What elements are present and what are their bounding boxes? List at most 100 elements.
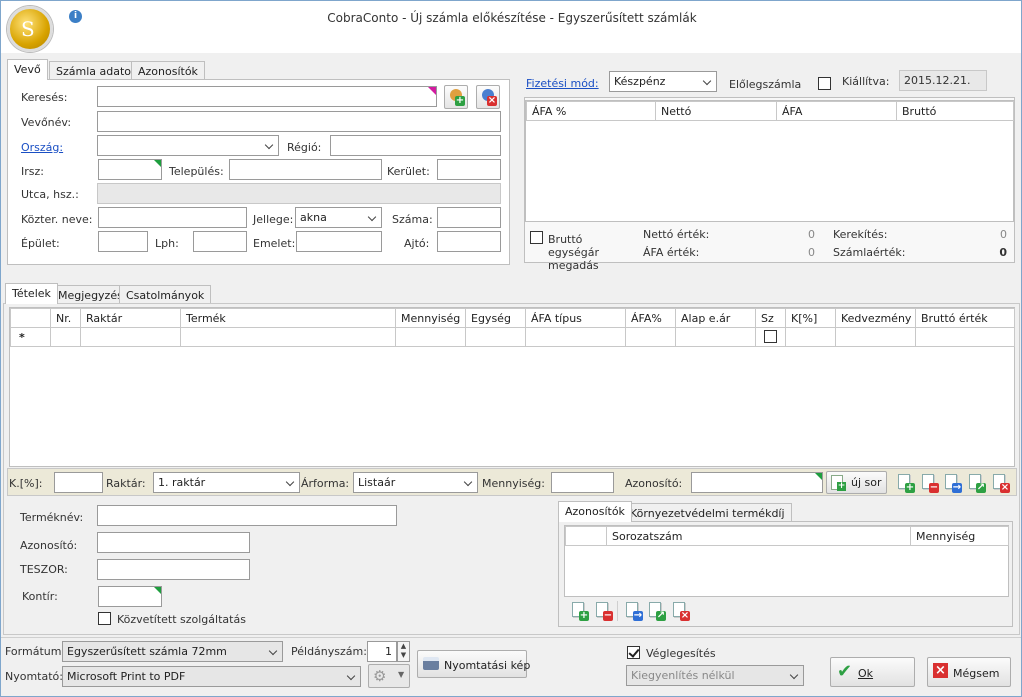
public-place-input[interactable] xyxy=(98,207,247,228)
tab-csatolmanyok[interactable]: Csatolmányok xyxy=(119,285,212,305)
warehouse-select[interactable]: 1. raktár xyxy=(153,472,300,493)
table-cell[interactable] xyxy=(625,327,676,347)
country-select[interactable] xyxy=(97,135,279,156)
add-serial-button[interactable]: + xyxy=(567,599,591,623)
zip-input[interactable] xyxy=(98,159,162,180)
table-cell[interactable] xyxy=(525,327,626,347)
plus-icon: + xyxy=(579,610,589,621)
items-col-header[interactable]: Sz xyxy=(755,308,786,328)
vat-col-header: Nettó xyxy=(655,101,777,121)
search-input[interactable] xyxy=(97,86,437,107)
region-input[interactable] xyxy=(330,135,501,156)
delete-item-button[interactable]: × xyxy=(988,471,1012,495)
print-preview-button[interactable]: Nyomtatási kép xyxy=(417,650,530,678)
close-icon: × xyxy=(680,610,690,621)
window-title: CobraConto - Új számla előkészítése - Eg… xyxy=(327,11,697,25)
new-row-button[interactable]: + új sor xyxy=(826,471,887,494)
gross-unit-label: Bruttó egységár megadás xyxy=(548,233,600,272)
table-cell[interactable] xyxy=(80,327,181,347)
tab-id-azonositok[interactable]: Azonosítók xyxy=(558,501,632,522)
items-col-header[interactable]: Egység xyxy=(465,308,526,328)
payment-method-select[interactable]: Készpénz xyxy=(609,71,717,92)
tab-tetelek[interactable]: Tételek xyxy=(5,283,58,304)
building-input[interactable] xyxy=(98,231,148,252)
account-input[interactable] xyxy=(98,586,162,607)
discount-input[interactable] xyxy=(54,472,103,493)
ok-label: Ok xyxy=(858,667,874,680)
items-col-header[interactable]: Nr. xyxy=(50,308,81,328)
add-customer-button[interactable]: + xyxy=(444,85,468,109)
move-serial-button[interactable]: → xyxy=(621,599,645,623)
price-form-select[interactable]: Listaár xyxy=(353,472,478,493)
remove-item-button[interactable]: − xyxy=(917,471,941,495)
product-name-label: Terméknév: xyxy=(20,511,84,524)
footer-divider xyxy=(1,637,1021,638)
entry-id-input[interactable] xyxy=(691,472,823,493)
items-col-header[interactable]: Alap e.ár xyxy=(675,308,756,328)
table-cell[interactable] xyxy=(835,327,916,347)
printer-settings-button[interactable]: ⚙ ▼ xyxy=(368,664,410,688)
product-id-input[interactable] xyxy=(97,532,250,553)
teszor-input[interactable] xyxy=(97,559,250,580)
toolbar-separator xyxy=(617,601,618,621)
copies-spinner[interactable]: ▲ ▼ xyxy=(397,641,410,662)
delete-serial-button[interactable]: × xyxy=(668,599,692,623)
export-serial-button[interactable]: ↗ xyxy=(644,599,668,623)
id-col-header[interactable]: Sorozatszám xyxy=(606,526,911,546)
id-col-header[interactable]: Mennyiség xyxy=(910,526,1009,546)
product-name-input[interactable] xyxy=(97,505,397,526)
items-col-header[interactable]: Kedvezmény xyxy=(835,308,916,328)
table-cell[interactable] xyxy=(915,327,1015,347)
remove-customer-button[interactable]: × xyxy=(476,85,500,109)
move-item-button[interactable]: → xyxy=(940,471,964,495)
printer-icon xyxy=(423,657,439,670)
table-cell[interactable] xyxy=(395,327,466,347)
table-cell[interactable] xyxy=(675,327,756,347)
items-col-header[interactable]: ÁFA típus xyxy=(525,308,626,328)
type-select[interactable]: akna xyxy=(295,207,382,228)
quantity-input[interactable] xyxy=(551,472,614,493)
cancel-label: Mégsem xyxy=(953,667,1000,680)
city-input[interactable] xyxy=(229,159,382,180)
export-item-button[interactable]: ↗ xyxy=(964,471,988,495)
ok-button[interactable]: ✔ Ok xyxy=(830,657,915,687)
table-cell[interactable] xyxy=(755,327,786,347)
cancel-button[interactable]: × Mégsem xyxy=(927,657,1011,687)
payment-method-link[interactable]: Fizetési mód: xyxy=(526,77,599,90)
district-input[interactable] xyxy=(437,159,501,180)
remove-serial-button[interactable]: − xyxy=(591,599,615,623)
stair-input[interactable] xyxy=(193,231,247,252)
sz-checkbox[interactable] xyxy=(764,330,777,343)
items-col-header[interactable]: ÁFA% xyxy=(625,308,676,328)
table-cell[interactable] xyxy=(465,327,526,347)
customer-name-input[interactable] xyxy=(97,111,501,132)
number-input[interactable] xyxy=(437,207,501,228)
table-cell[interactable] xyxy=(50,327,81,347)
plus-icon: + xyxy=(905,482,915,493)
tab-vevo[interactable]: Vevő xyxy=(7,59,48,80)
printer-select[interactable]: Microsoft Print to PDF xyxy=(62,666,361,687)
table-cell[interactable] xyxy=(785,327,836,347)
items-col-header[interactable]: Bruttó érték xyxy=(915,308,1015,328)
mediated-service-checkbox[interactable] xyxy=(98,612,111,625)
items-col-header[interactable]: Raktár xyxy=(80,308,181,328)
door-input[interactable] xyxy=(437,231,501,252)
finalize-checkbox[interactable] xyxy=(627,646,640,659)
country-link[interactable]: Ország: xyxy=(21,141,63,154)
zip-label: Irsz: xyxy=(21,165,44,178)
items-col-header[interactable]: K[%] xyxy=(785,308,836,328)
id-table: Sorozatszám Mennyiség xyxy=(564,525,1009,597)
net-value-label: Nettó érték: xyxy=(643,228,710,241)
tab-azonositok[interactable]: Azonosítók xyxy=(131,61,205,81)
advance-invoice-checkbox[interactable] xyxy=(818,77,831,90)
copies-input[interactable]: 1 xyxy=(367,641,397,662)
tab-environmental-fee[interactable]: Környezetvédelmi termékdíj xyxy=(623,503,792,523)
gross-unit-checkbox[interactable] xyxy=(530,231,543,244)
floor-input[interactable] xyxy=(296,231,382,252)
items-col-header[interactable]: Mennyiség xyxy=(395,308,466,328)
add-item-button[interactable]: + xyxy=(893,471,917,495)
check-icon: ✔ xyxy=(837,661,853,682)
format-select[interactable]: Egyszerűsített számla 72mm xyxy=(62,641,283,662)
table-cell[interactable] xyxy=(180,327,396,347)
items-col-header[interactable]: Termék xyxy=(180,308,396,328)
